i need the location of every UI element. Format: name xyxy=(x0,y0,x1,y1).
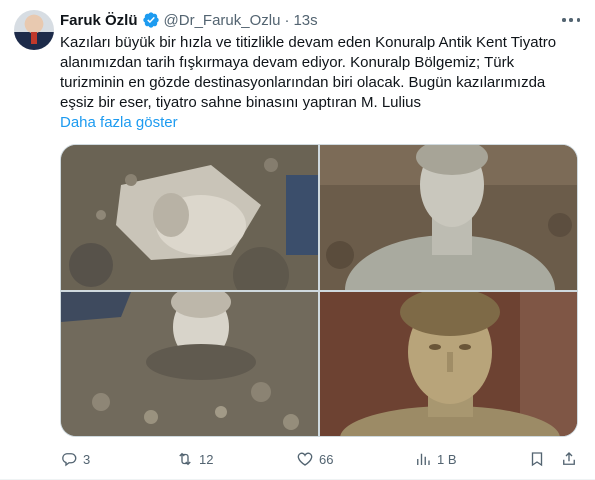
bookmark-icon xyxy=(531,452,543,467)
tweet-header: Faruk Özlü @Dr_Faruk_Ozlu · 13s xyxy=(60,10,318,30)
avatar[interactable] xyxy=(14,10,54,50)
retweet-button[interactable]: 12 xyxy=(176,446,213,472)
views-button[interactable]: 1 B xyxy=(414,446,457,472)
verified-icon xyxy=(142,12,159,28)
like-button[interactable]: 66 xyxy=(296,446,333,472)
views-icon xyxy=(417,453,430,465)
photo-2[interactable] xyxy=(320,145,577,290)
timestamp[interactable]: 13s xyxy=(293,12,317,29)
more-icon[interactable] xyxy=(562,12,580,28)
show-more-link[interactable]: Daha fazla göster xyxy=(60,113,178,133)
reply-count: 3 xyxy=(83,451,91,467)
media-grid xyxy=(60,144,578,437)
share-button[interactable] xyxy=(560,446,578,472)
photo-1[interactable] xyxy=(61,145,318,290)
bookmark-button[interactable] xyxy=(528,446,546,472)
reply-icon xyxy=(62,453,77,467)
retweet-count: 12 xyxy=(199,451,214,467)
author-handle[interactable]: @Dr_Faruk_Ozlu xyxy=(164,12,281,29)
author-name[interactable]: Faruk Özlü xyxy=(60,12,138,29)
like-icon xyxy=(297,452,313,466)
like-count: 66 xyxy=(319,451,334,467)
reply-button[interactable]: 3 xyxy=(60,446,90,472)
tweet-text: Kazıları büyük bir hızla ve titizlikle d… xyxy=(60,34,557,111)
action-bar: 3 12 66 1 B xyxy=(60,446,580,472)
retweet-icon xyxy=(179,452,191,466)
photo-3[interactable] xyxy=(61,292,318,436)
photo-4[interactable] xyxy=(320,292,577,436)
views-count: 1 B xyxy=(437,451,457,467)
tweet[interactable]: Faruk Özlü @Dr_Faruk_Ozlu · 13s Kazıları… xyxy=(0,0,595,480)
share-icon xyxy=(563,452,575,465)
separator-dot: · xyxy=(284,11,290,29)
